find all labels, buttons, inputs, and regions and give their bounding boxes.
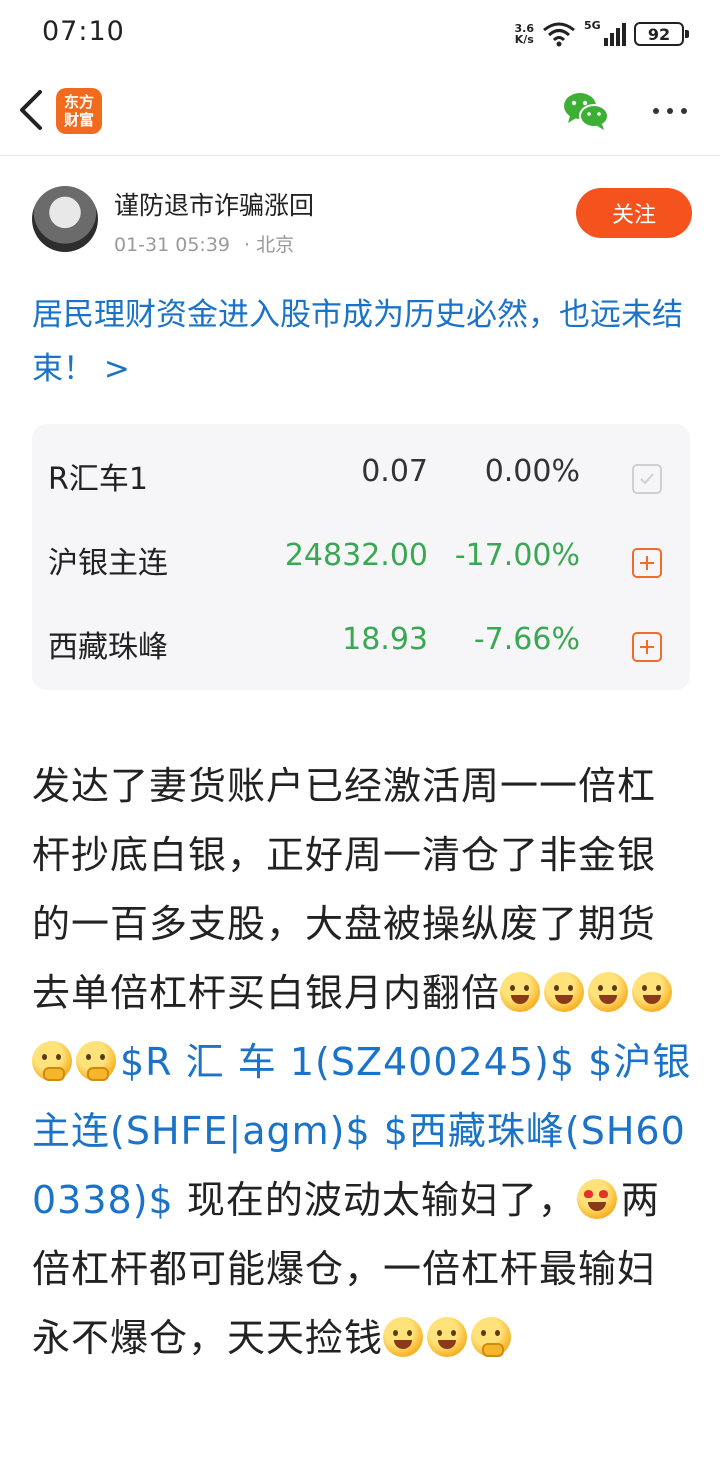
- hugging-emoji-icon: [32, 1041, 72, 1081]
- stock-name: R汇车1: [48, 462, 148, 497]
- post-body: 发达了妻货账户已经激活周一一倍杠杆抄底白银，正好周一清仓了非金银的一百多支股，大…: [32, 752, 692, 1373]
- stock-tag-link[interactable]: $R 汇 车 1(SZ400245)$: [120, 1040, 575, 1084]
- post-text: 现在的波动太输妇了，: [186, 1178, 577, 1222]
- post-location: · 北京: [244, 234, 295, 256]
- status-bar: 07:10 3.6 K/s 5G 92: [0, 0, 720, 68]
- stock-price: 0.07: [361, 454, 428, 489]
- author-name[interactable]: 谨防退市诈骗涨回: [114, 186, 314, 222]
- status-icons: 3.6 K/s 5G 92: [514, 18, 689, 50]
- dot: [681, 108, 687, 114]
- wechat-share-button[interactable]: [562, 90, 610, 132]
- stock-name: 西藏珠峰: [48, 630, 168, 665]
- author-header: 谨防退市诈骗涨回 01-31 05:39 · 北京 关注: [32, 186, 692, 256]
- add-to-watchlist-button[interactable]: [632, 632, 662, 662]
- post-title-link[interactable]: 居民理财资金进入股市成为历史必然，也远未结束！ >: [32, 288, 692, 396]
- network-speed: 3.6 K/s: [514, 22, 535, 46]
- stock-change: -17.00%: [454, 538, 580, 573]
- related-stocks-card: R汇车1 0.07 0.00% 沪银主连 24832.00 -17.00% 西藏…: [32, 424, 690, 690]
- dot: [667, 108, 673, 114]
- top-navigation-bar: 东方 财富: [0, 68, 720, 156]
- pleading-emoji-icon: [544, 972, 585, 1012]
- wifi-icon: [543, 22, 575, 47]
- grin-emoji-icon: [427, 1317, 468, 1357]
- stock-price: 24832.00: [284, 538, 428, 573]
- follow-button[interactable]: 关注: [576, 188, 692, 238]
- stock-row[interactable]: R汇车1 0.07 0.00%: [32, 430, 690, 514]
- laughing-emoji-icon: [632, 972, 673, 1012]
- checkmark-icon: [640, 473, 654, 485]
- author-avatar[interactable]: [32, 186, 98, 252]
- plus-icon: [640, 640, 654, 654]
- stock-name: 沪银主连: [48, 546, 168, 581]
- stock-price: 18.93: [342, 622, 428, 657]
- back-button[interactable]: [14, 88, 50, 132]
- heart-eyes-emoji-icon: [576, 1179, 617, 1219]
- stock-row[interactable]: 沪银主连 24832.00 -17.00%: [32, 514, 690, 598]
- post-time: 01-31 05:39: [114, 234, 231, 256]
- post-meta: 01-31 05:39 · 北京: [114, 230, 294, 257]
- battery-indicator: 92: [634, 22, 689, 46]
- stock-change: -7.66%: [473, 622, 580, 657]
- hugging-emoji-icon: [471, 1317, 512, 1357]
- stock-change: 0.00%: [484, 454, 580, 489]
- wechat-icon: [564, 93, 609, 130]
- grin-emoji-icon: [588, 972, 629, 1012]
- more-options-button[interactable]: [646, 96, 694, 126]
- cellular-signal-icon: 5G: [584, 19, 626, 46]
- hugging-emoji-icon: [76, 1041, 116, 1081]
- dot: [653, 108, 659, 114]
- chevron-left-icon: [20, 90, 42, 130]
- added-to-watchlist-button[interactable]: [632, 464, 662, 494]
- status-time: 07:10: [42, 16, 125, 47]
- smirk-emoji-icon: [500, 972, 541, 1012]
- laughing-emoji-icon: [383, 1317, 424, 1357]
- app-logo[interactable]: 东方 财富: [56, 88, 102, 134]
- plus-icon: [640, 556, 654, 570]
- add-to-watchlist-button[interactable]: [632, 548, 662, 578]
- stock-row[interactable]: 西藏珠峰 18.93 -7.66%: [32, 598, 690, 682]
